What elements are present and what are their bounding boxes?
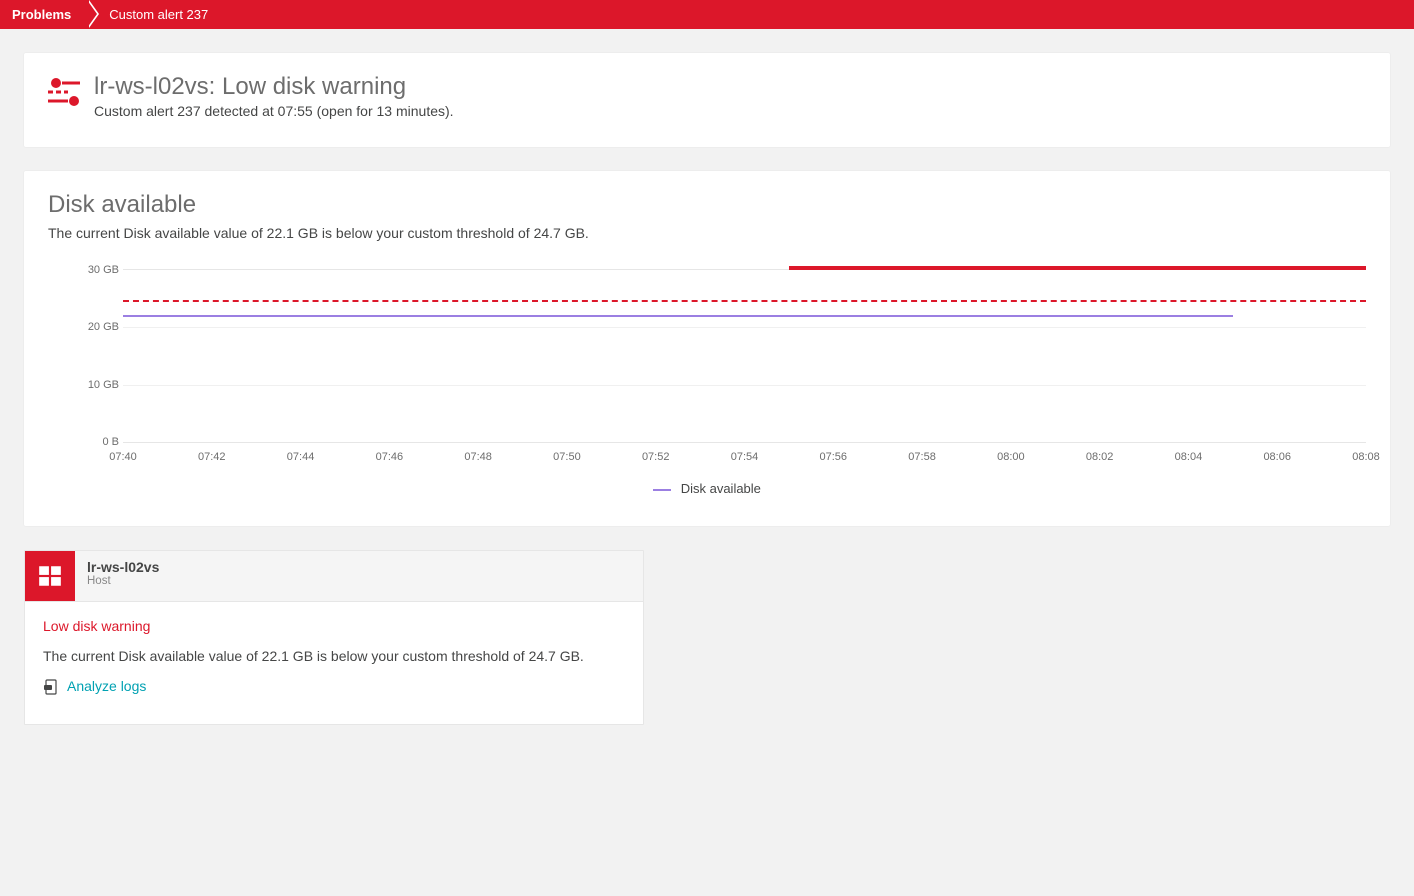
gridline bbox=[123, 385, 1366, 386]
x-tick-label: 07:42 bbox=[198, 451, 226, 463]
x-tick-label: 07:52 bbox=[642, 451, 670, 463]
x-tick-label: 07:40 bbox=[109, 451, 137, 463]
chart-plot-area: 30 GB20 GB10 GB0 B bbox=[123, 269, 1366, 443]
log-file-icon bbox=[43, 679, 59, 693]
x-tick-label: 08:02 bbox=[1086, 451, 1114, 463]
y-tick-label: 30 GB bbox=[83, 264, 119, 276]
x-tick-label: 07:50 bbox=[553, 451, 581, 463]
x-tick-label: 08:04 bbox=[1175, 451, 1203, 463]
host-warning-detail: The current Disk available value of 22.1… bbox=[43, 648, 625, 664]
data-line bbox=[123, 315, 1233, 317]
alert-duration-bar bbox=[789, 266, 1366, 270]
chart-title: Disk available bbox=[48, 191, 1366, 219]
breadcrumb-current: Custom alert 237 bbox=[87, 0, 224, 29]
x-tick-label: 07:48 bbox=[464, 451, 492, 463]
y-tick-label: 10 GB bbox=[83, 379, 119, 391]
x-tick-label: 08:08 bbox=[1352, 451, 1380, 463]
x-tick-label: 08:00 bbox=[997, 451, 1025, 463]
legend-label: Disk available bbox=[681, 481, 761, 496]
breadcrumb: Problems Custom alert 237 bbox=[0, 0, 1414, 29]
x-tick-label: 07:46 bbox=[376, 451, 404, 463]
page-subtitle: Custom alert 237 detected at 07:55 (open… bbox=[94, 103, 454, 119]
gridline bbox=[123, 327, 1366, 328]
x-tick-label: 07:56 bbox=[820, 451, 848, 463]
host-card-header[interactable]: lr-ws-l02vs Host bbox=[25, 551, 643, 602]
host-card: lr-ws-l02vs Host Low disk warning The cu… bbox=[24, 550, 644, 725]
host-name: lr-ws-l02vs bbox=[87, 559, 159, 575]
x-tick-label: 07:58 bbox=[908, 451, 936, 463]
chart-legend: Disk available bbox=[48, 481, 1366, 496]
problem-header-card: lr-ws-l02vs: Low disk warning Custom ale… bbox=[24, 53, 1390, 147]
chart-subtitle: The current Disk available value of 22.1… bbox=[48, 225, 1366, 241]
windows-icon bbox=[25, 551, 75, 601]
host-warning-label: Low disk warning bbox=[43, 618, 625, 634]
x-tick-label: 07:54 bbox=[731, 451, 759, 463]
chart-card: Disk available The current Disk availabl… bbox=[24, 171, 1390, 526]
alert-icon bbox=[48, 77, 82, 110]
legend-swatch-icon bbox=[653, 489, 671, 491]
x-tick-label: 07:44 bbox=[287, 451, 315, 463]
chart-x-axis: 07:4007:4207:4407:4607:4807:5007:5207:54… bbox=[123, 449, 1366, 469]
y-tick-label: 0 B bbox=[83, 436, 119, 448]
page-title: lr-ws-l02vs: Low disk warning bbox=[94, 73, 454, 101]
breadcrumb-root[interactable]: Problems bbox=[0, 0, 87, 29]
y-tick-label: 20 GB bbox=[83, 321, 119, 333]
host-type: Host bbox=[87, 575, 159, 587]
x-tick-label: 08:06 bbox=[1263, 451, 1291, 463]
analyze-logs-link[interactable]: Analyze logs bbox=[67, 678, 146, 694]
chart-frame: 30 GB20 GB10 GB0 B 07:40 07:42 07:44 07:46 0… bbox=[88, 269, 1366, 469]
threshold-line bbox=[123, 300, 1366, 302]
